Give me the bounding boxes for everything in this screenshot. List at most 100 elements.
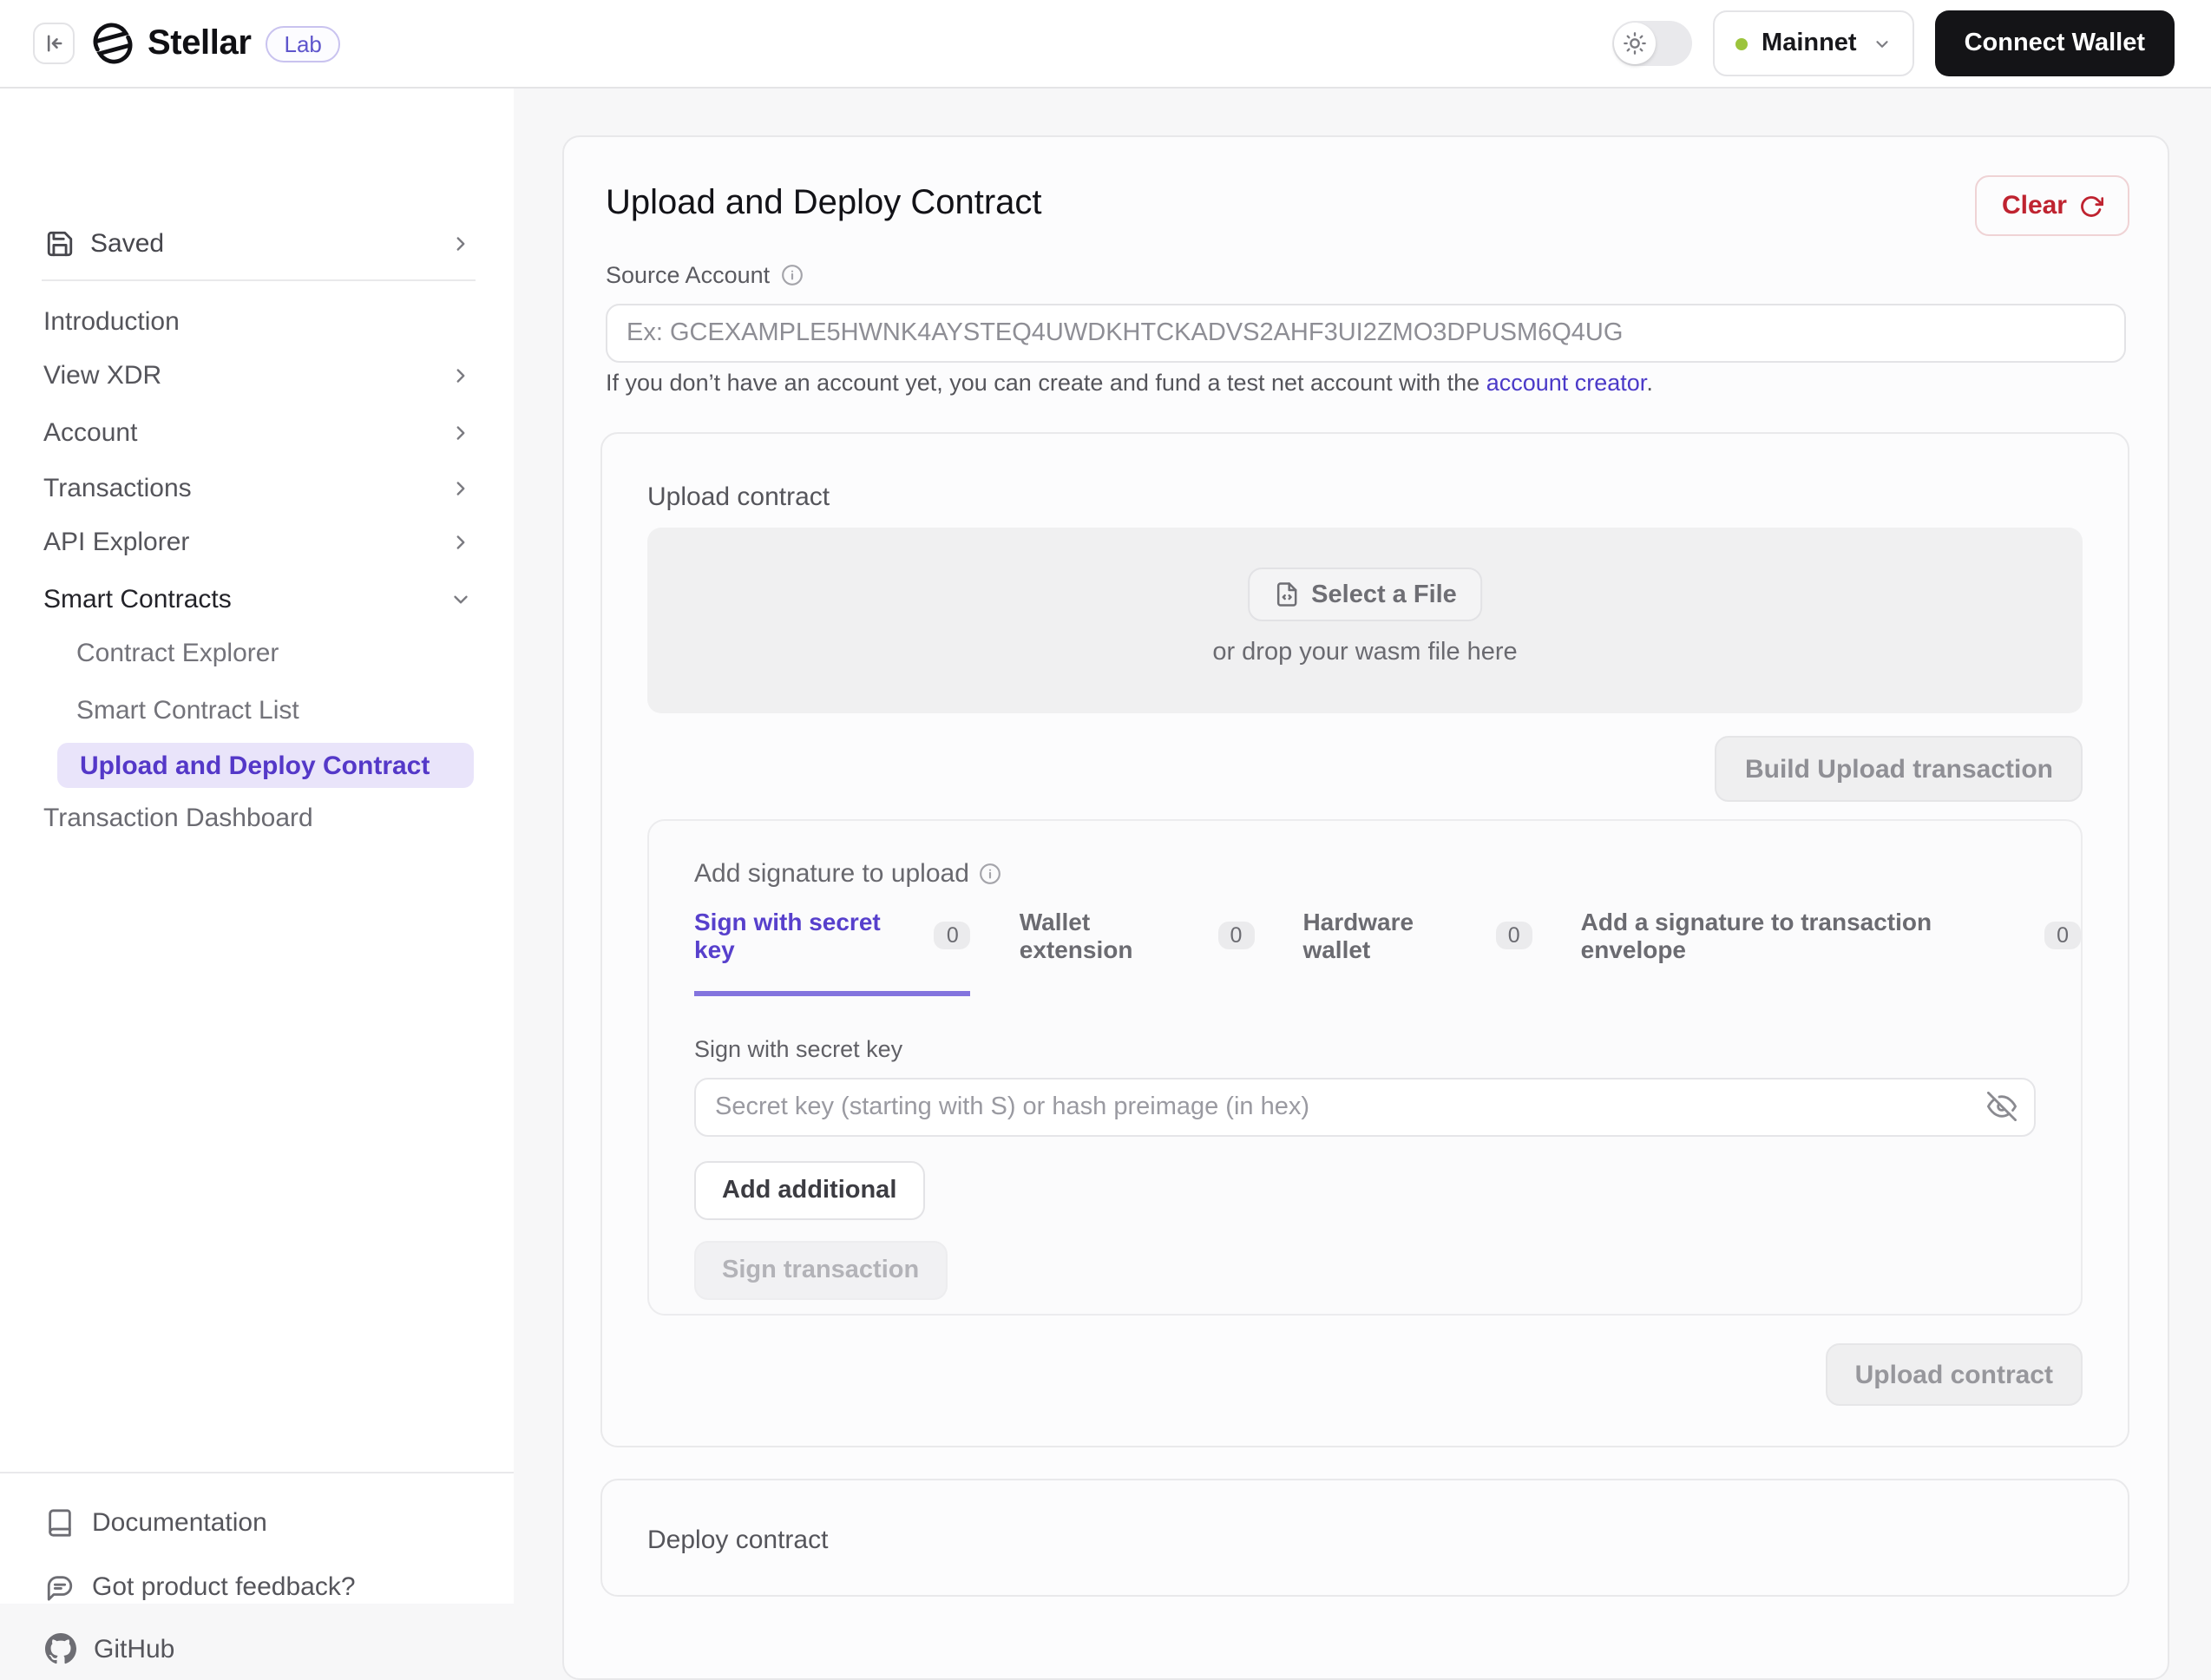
select-file-button[interactable]: Select a File — [1247, 568, 1483, 621]
source-account-label: Source Account — [606, 262, 771, 288]
sidebar-item-view-xdr[interactable]: View XDR — [0, 347, 514, 403]
add-additional-button[interactable]: Add additional — [694, 1161, 925, 1220]
helper-suffix: . — [1646, 370, 1653, 396]
upload-contract-button[interactable]: Upload contract — [1825, 1343, 2083, 1406]
refresh-icon — [2079, 194, 2103, 218]
sidebar-item-label: Contract Explorer — [76, 638, 279, 667]
drop-hint-text: or drop your wasm file here — [1212, 639, 1518, 666]
sidebar-divider — [42, 279, 476, 281]
clear-button-label: Clear — [2001, 191, 2067, 220]
sidebar-item-label: Introduction — [43, 306, 180, 336]
sign-transaction-button[interactable]: Sign transaction — [694, 1241, 948, 1300]
main-content: Upload and Deploy Contract Clear Source … — [514, 87, 2211, 1680]
sidebar-item-label: Transaction Dashboard — [43, 803, 313, 832]
sidebar-item-label: Transactions — [43, 473, 192, 502]
sidebar-item-label: Account — [43, 417, 138, 447]
feedback-bubble-icon — [45, 1572, 75, 1601]
tab-count-badge: 0 — [1217, 922, 1255, 949]
sidebar-footer-divider — [0, 1472, 514, 1473]
secret-key-field-label: Sign with secret key — [694, 1036, 903, 1062]
sidebar-item-transaction-dashboard[interactable]: Transaction Dashboard — [0, 790, 514, 845]
sidebar-item-label: API Explorer — [43, 527, 190, 556]
page-title: Upload and Deploy Contract — [606, 184, 1042, 222]
sun-icon — [1623, 31, 1647, 56]
sidebar-item-label: Documentation — [92, 1507, 267, 1537]
build-upload-transaction-button[interactable]: Build Upload transaction — [1715, 736, 2083, 802]
upload-and-deploy-card: Upload and Deploy Contract Clear Source … — [562, 135, 2169, 1680]
chevron-down-icon — [1873, 34, 1892, 53]
top-header: Stellar Lab Mainnet Connect Wallet — [0, 0, 2211, 89]
sidebar-item-documentation[interactable]: Documentation — [45, 1496, 267, 1548]
theme-toggle-knob — [1614, 23, 1657, 64]
add-signature-heading-row: Add signature to upload — [694, 859, 1002, 889]
sidebar-item-feedback[interactable]: Got product feedback? — [45, 1560, 356, 1612]
sidebar-item-api-explorer[interactable]: API Explorer — [0, 514, 514, 569]
select-file-label: Select a File — [1311, 581, 1457, 608]
sidebar-item-smart-contract-list[interactable]: Smart Contract List — [0, 682, 514, 738]
tab-count-badge: 0 — [2044, 922, 2082, 949]
sidebar-item-label: Got product feedback? — [92, 1572, 356, 1601]
chevron-down-icon — [449, 587, 472, 610]
upload-contract-heading: Upload contract — [647, 482, 830, 512]
tab-count-badge: 0 — [1495, 922, 1532, 949]
sidebar-item-saved[interactable]: Saved — [0, 215, 514, 271]
brand[interactable]: Stellar Lab — [92, 0, 341, 87]
sidebar-item-contract-explorer[interactable]: Contract Explorer — [0, 625, 514, 680]
sidebar-collapse-button[interactable] — [33, 23, 75, 64]
sidebar-item-github[interactable]: GitHub — [45, 1623, 174, 1675]
chevron-right-icon — [449, 232, 472, 254]
tab-label: Add a signature to transaction envelope — [1580, 908, 1932, 963]
info-icon[interactable] — [780, 264, 803, 286]
chevron-right-icon — [449, 364, 472, 386]
sidebar-item-label: Upload and Deploy Contract — [80, 751, 430, 780]
sidebar-item-introduction[interactable]: Introduction — [0, 293, 514, 349]
source-account-input[interactable] — [606, 304, 2126, 363]
tab-wallet-extension[interactable]: Wallet extension 0 — [1020, 908, 1255, 996]
helper-prefix: If you don’t have an account yet, you ca… — [606, 370, 1486, 396]
github-icon — [45, 1633, 76, 1664]
tab-sign-with-secret-key[interactable]: Sign with secret key 0 — [694, 908, 971, 996]
tab-count-badge: 0 — [934, 922, 971, 949]
sidebar-item-label: Smart Contract List — [76, 695, 299, 725]
add-signature-panel: Add signature to upload Sign with secret… — [647, 819, 2083, 1316]
deploy-contract-section: Deploy contract — [600, 1479, 2129, 1597]
save-icon — [45, 228, 75, 258]
sidebar-item-transactions[interactable]: Transactions — [0, 460, 514, 515]
sidebar-item-label: GitHub — [94, 1634, 175, 1664]
chevron-right-icon — [449, 421, 472, 443]
secret-key-input[interactable] — [694, 1078, 2036, 1137]
connect-wallet-button[interactable]: Connect Wallet — [1934, 10, 2175, 76]
chevron-right-icon — [449, 476, 472, 499]
sidebar-item-account[interactable]: Account — [0, 404, 514, 460]
collapse-sidebar-icon — [42, 31, 66, 56]
network-status-dot — [1735, 37, 1748, 49]
upload-contract-section: Upload contract Select a File or drop yo… — [600, 432, 2129, 1447]
sidebar-item-label: Smart Contracts — [43, 584, 232, 614]
account-creator-link[interactable]: account creator — [1486, 370, 1647, 396]
signature-tabs: Sign with secret key 0 Wallet extension … — [694, 908, 2082, 996]
tab-label: Hardware wallet — [1302, 908, 1414, 963]
chevron-right-icon — [449, 530, 472, 553]
file-icon — [1273, 581, 1299, 607]
toggle-visibility-button[interactable] — [1987, 1092, 2017, 1121]
wasm-dropzone[interactable]: Select a File or drop your wasm file her… — [647, 528, 2083, 713]
source-account-label-row: Source Account — [606, 262, 803, 288]
network-select[interactable]: Mainnet — [1713, 10, 1914, 76]
sidebar-item-upload-and-deploy-contract[interactable]: Upload and Deploy Contract — [57, 743, 474, 788]
theme-toggle[interactable] — [1612, 21, 1693, 66]
tab-label: Sign with secret key — [694, 908, 881, 963]
clear-button[interactable]: Clear — [1975, 175, 2129, 236]
add-signature-heading: Add signature to upload — [694, 859, 969, 889]
eye-off-icon — [1987, 1092, 2017, 1121]
sidebar-item-smart-contracts[interactable]: Smart Contracts — [0, 571, 514, 627]
deploy-contract-heading: Deploy contract — [647, 1525, 829, 1554]
tab-add-signature-to-envelope[interactable]: Add a signature to transaction envelope … — [1580, 908, 2082, 996]
stellar-logo-icon — [92, 23, 134, 64]
sidebar: Saved Introduction View XDR Account Tran… — [0, 87, 515, 1664]
info-icon[interactable] — [980, 863, 1002, 885]
lab-badge: Lab — [265, 25, 341, 62]
account-helper-text: If you don’t have an account yet, you ca… — [606, 370, 1653, 396]
brand-name: Stellar — [148, 23, 252, 62]
tab-hardware-wallet[interactable]: Hardware wallet 0 — [1302, 908, 1532, 996]
tab-label: Wallet extension — [1019, 908, 1133, 963]
